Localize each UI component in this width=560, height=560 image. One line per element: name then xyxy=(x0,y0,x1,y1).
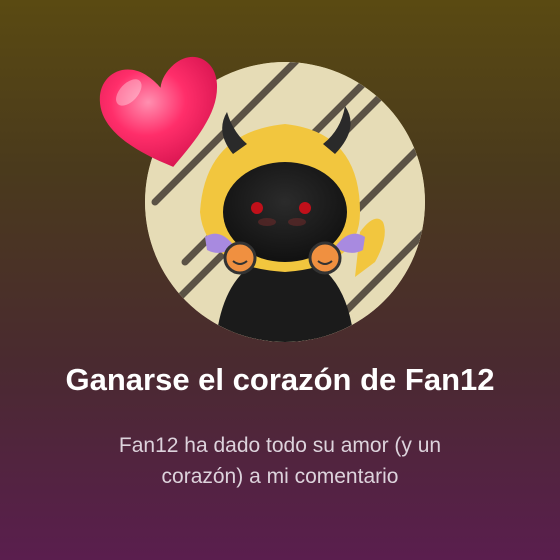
achievement-title: Ganarse el corazón de Fan12 xyxy=(65,362,495,397)
achievement-description: Fan12 ha dado todo su amor (y un corazón… xyxy=(118,434,442,488)
achievement-card: Ganarse el corazón de Fan12 Fan12 ha dad… xyxy=(0,0,560,560)
heart-icon xyxy=(99,56,217,167)
